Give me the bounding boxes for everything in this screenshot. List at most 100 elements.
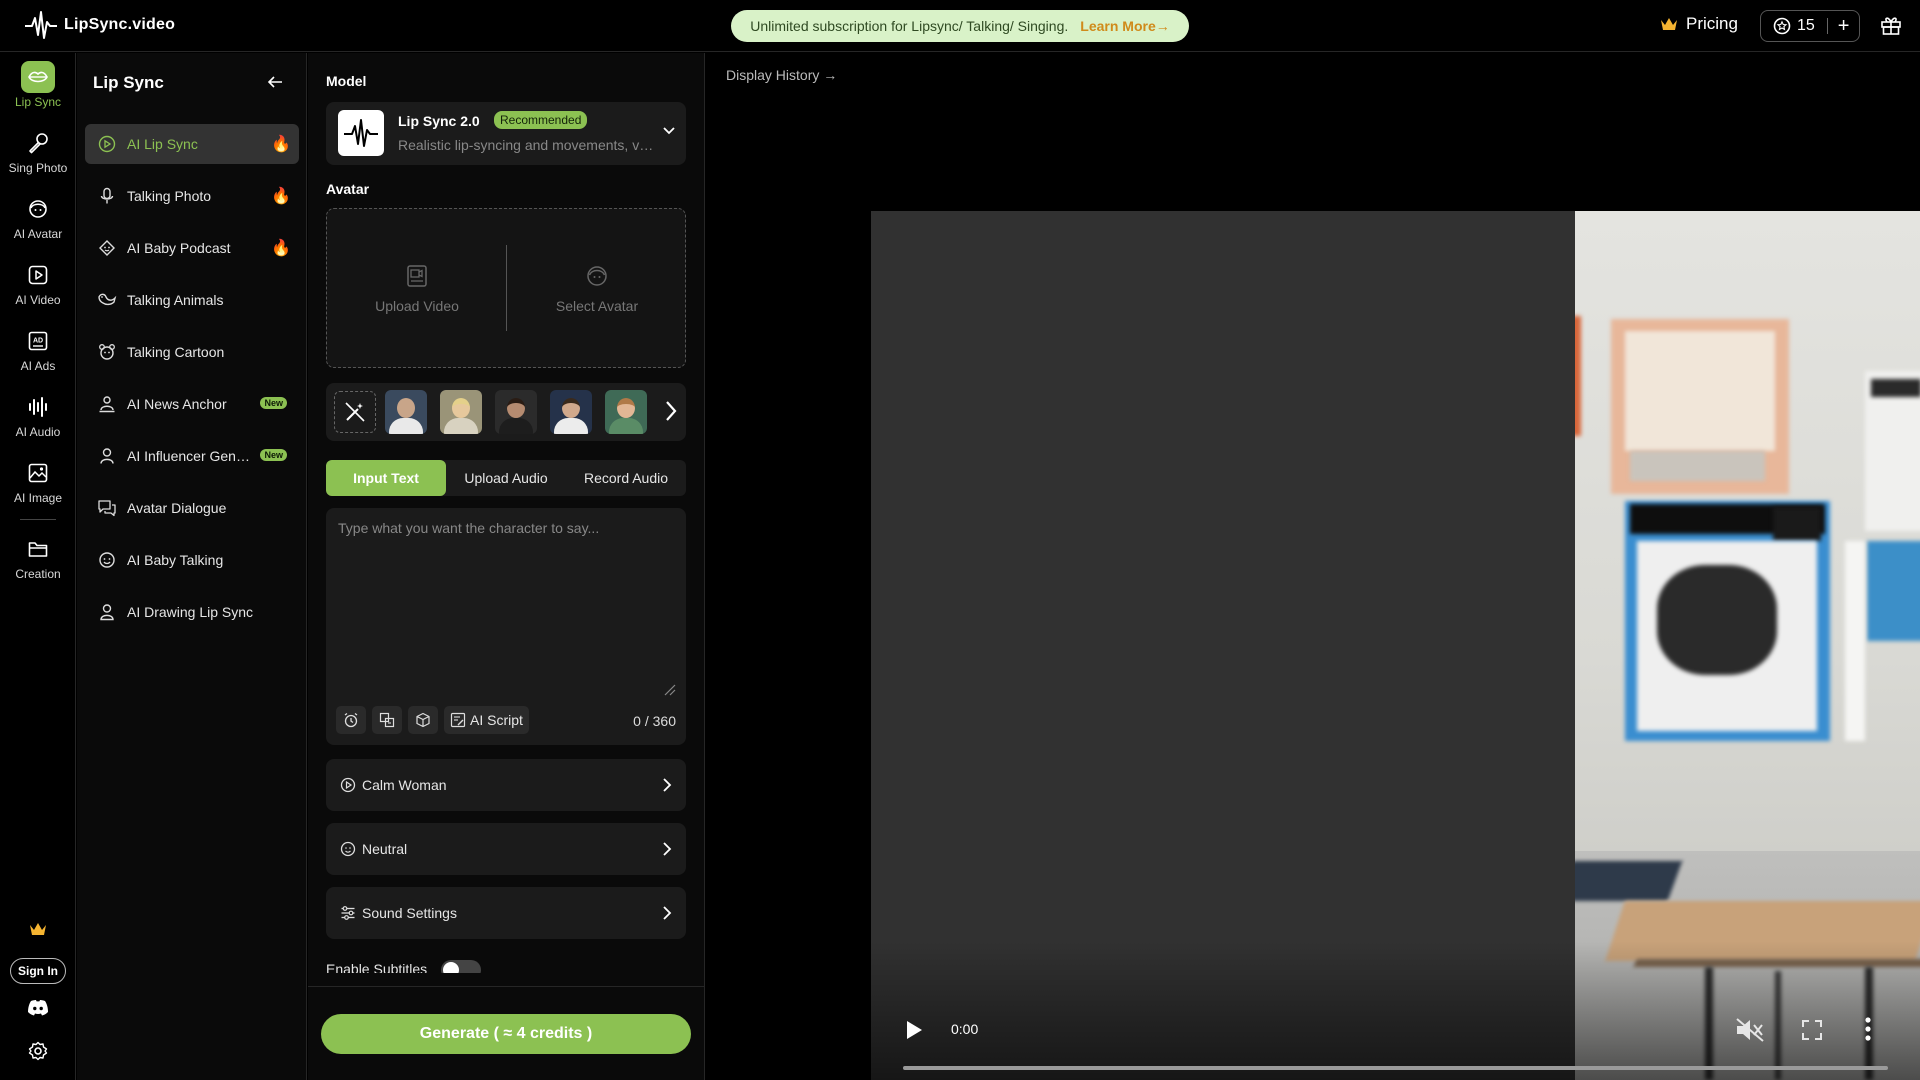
top-bar: LipSync.video Unlimited subscription for… [0,0,1920,52]
sidebar-title: Lip Sync [93,73,164,92]
rail-item-ai-image[interactable]: AI Image [0,457,76,519]
gift-icon[interactable] [1880,14,1902,36]
smile-face-icon [97,550,117,570]
play-circle-icon [97,134,117,154]
audio-source-tabs: Input Text Upload Audio Record Audio [326,460,686,496]
tab-record-audio[interactable]: Record Audio [566,460,686,496]
tab-upload-audio[interactable]: Upload Audio [446,460,566,496]
model-selector[interactable]: Lip Sync 2.0 Recommended Realistic lip-s… [326,102,686,165]
play-icon[interactable] [904,1019,924,1041]
sidebar-item-label: Talking Cartoon [127,344,225,360]
select-avatar-button[interactable]: Select Avatar [507,209,687,369]
sign-in-button[interactable]: Sign In [10,958,66,984]
rail-item-lip-sync[interactable]: Lip Sync [0,61,76,123]
emotion-selector[interactable]: Neutral [326,823,686,875]
rail-item-creation[interactable]: Creation [0,533,76,595]
video-play-icon [21,259,55,291]
rail-item-ai-ads[interactable]: AD AI Ads [0,325,76,387]
ai-script-button[interactable]: AI Script [444,706,529,734]
more-options-icon[interactable] [1864,1016,1872,1042]
upload-video-button[interactable]: Upload Video [327,209,507,369]
sidebar-item-talking-cartoon[interactable]: Talking Cartoon [85,332,299,372]
chevron-right-icon [662,777,672,793]
avatar-thumbnail[interactable] [605,390,647,434]
sidebar-item-ai-lip-sync[interactable]: AI Lip Sync 🔥 [85,124,299,164]
animal-icon [97,290,117,310]
sound-settings-button[interactable]: Sound Settings [326,887,686,939]
drawing-person-icon [97,602,117,622]
video-progress-bar[interactable] [903,1066,1888,1070]
sidebar-item-label: AI Influencer Generator [127,448,257,464]
pricing-button[interactable]: Pricing [1660,14,1738,34]
rail-item-sing-photo[interactable]: Sing Photo [0,127,76,189]
script-toolbar: AI Script [336,706,529,734]
rail-item-ai-avatar[interactable]: AI Avatar [0,193,76,255]
effects-button[interactable] [408,706,438,734]
fullscreen-icon[interactable] [1801,1019,1823,1041]
sidebar-item-ai-drawing-lip-sync[interactable]: AI Drawing Lip Sync [85,592,299,632]
tab-input-text[interactable]: Input Text [326,460,446,496]
rail-item-label: AI Audio [15,425,61,439]
microphone-icon [97,186,117,206]
ai-script-label: AI Script [470,712,523,728]
script-textarea[interactable] [326,508,686,698]
sidebar-item-ai-news-anchor[interactable]: AI News Anchor New [85,384,299,424]
promo-banner[interactable]: Unlimited subscription for Lipsync/ Talk… [731,10,1189,42]
display-history-link[interactable]: Display History → [726,67,837,83]
avatar-thumbnail[interactable] [495,390,537,434]
sidebar-item-talking-animals[interactable]: Talking Animals [85,280,299,320]
rail-item-ai-video[interactable]: AI Video [0,259,76,321]
sidebar-item-label: Talking Animals [127,292,224,308]
chevron-right-icon [662,841,672,857]
baby-face-icon [97,238,117,258]
muted-speaker-icon[interactable] [1735,1017,1765,1043]
sidebar-item-talking-photo[interactable]: Talking Photo 🔥 [85,176,299,216]
chevron-right-icon[interactable] [664,399,678,423]
smile-face-icon [340,841,356,857]
svg-text:AD: AD [33,338,43,345]
translate-button[interactable] [372,706,402,734]
model-thumbnail [338,110,384,156]
pause-timer-button[interactable] [336,706,366,734]
ads-icon: AD [21,325,55,357]
sidebar-item-ai-baby-talking[interactable]: AI Baby Talking [85,540,299,580]
rail-item-label: AI Image [13,491,63,505]
subtitles-row: Enable Subtitles [326,957,686,973]
crown-icon [1661,18,1677,30]
avatar-thumbnail[interactable] [440,390,482,434]
upload-video-icon [407,265,427,287]
waveform-logo-icon [25,11,57,39]
fire-icon: 🔥 [271,188,291,205]
generate-button[interactable]: Generate ( ≈ 4 credits ) [321,1014,691,1054]
pricing-label: Pricing [1686,14,1738,33]
rail-item-ai-audio[interactable]: AI Audio [0,391,76,453]
panel-divider [308,986,705,987]
avatar-thumbnail[interactable] [550,390,592,434]
add-credits-button[interactable]: + [1838,16,1850,36]
rail-item-label: Sing Photo [8,161,68,175]
voice-selector[interactable]: Calm Woman [326,759,686,811]
resize-grip-icon[interactable] [664,684,676,696]
crown-icon[interactable] [0,921,76,937]
collapse-arrow-left-icon[interactable] [267,75,283,89]
new-badge: New [260,449,287,461]
magic-wand-icon[interactable] [334,391,376,433]
rail-item-label: Lip Sync [14,95,62,109]
script-input-box: AI Script 0 / 360 [326,508,686,745]
model-description: Realistic lip-syncing and movements, ver… [398,137,656,153]
sidebar-item-avatar-dialogue[interactable]: Avatar Dialogue [85,488,299,528]
promo-learn-more-link[interactable]: Learn More→ [1080,18,1169,34]
news-anchor-icon [97,394,117,414]
settings-gear-icon[interactable] [0,1041,76,1061]
sidebar-item-ai-baby-podcast[interactable]: AI Baby Podcast 🔥 [85,228,299,268]
character-count: 0 / 360 [633,713,676,729]
video-current-time: 0:00 [951,1021,979,1037]
sidebar-item-ai-influencer-generator[interactable]: AI Influencer Generator New [85,436,299,476]
image-icon [21,457,55,489]
video-player[interactable]: 0:00 [871,211,1920,1080]
subtitles-toggle[interactable] [441,960,481,973]
folder-icon [21,533,55,565]
avatar-thumbnail[interactable] [385,390,427,434]
discord-icon[interactable] [0,999,76,1017]
brand-logo[interactable]: LipSync.video [24,9,175,41]
